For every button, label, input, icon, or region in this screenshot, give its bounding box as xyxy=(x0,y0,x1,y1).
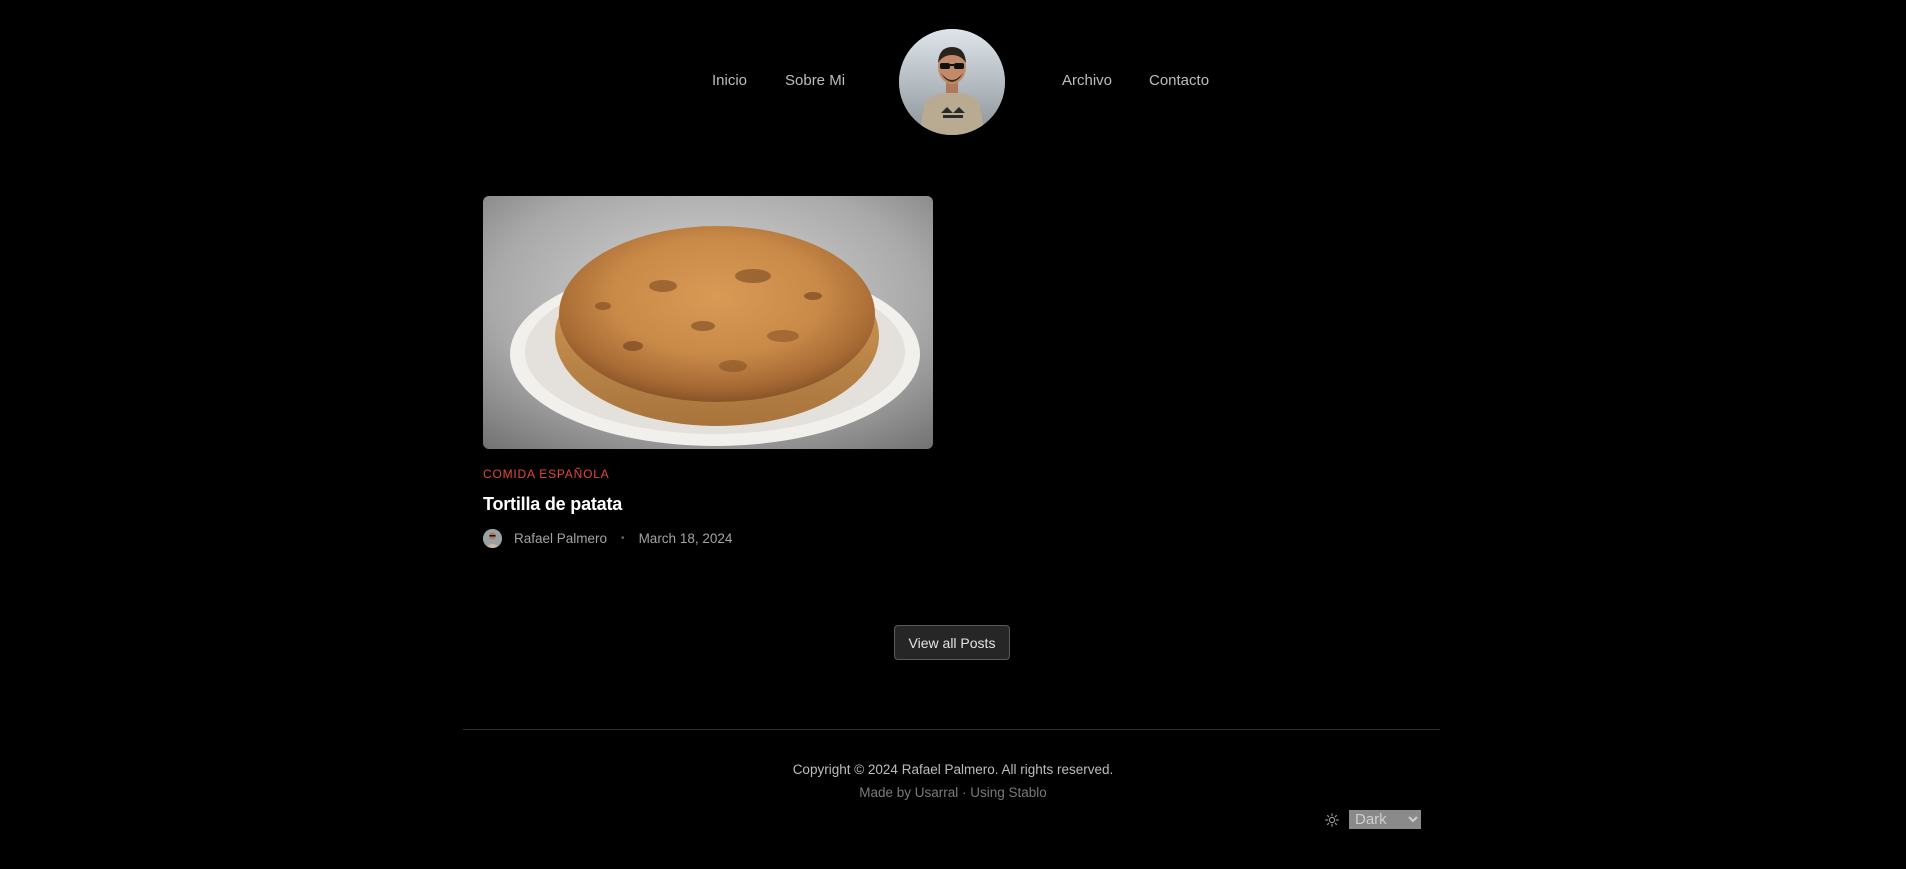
nav-link-archivo[interactable]: Archivo xyxy=(1062,72,1112,89)
nav-link-contacto[interactable]: Contacto xyxy=(1149,72,1209,89)
footer-credits: Made by Usarral · Using Stablo xyxy=(0,785,1906,800)
author-avatar[interactable] xyxy=(483,528,502,548)
sun-icon xyxy=(1325,812,1339,827)
main-nav: Inicio Sobre Mi Archivo Contacto xyxy=(0,29,1906,135)
author-name[interactable]: Rafael Palmero xyxy=(514,531,607,546)
stablo-link[interactable]: Using Stablo xyxy=(970,785,1047,800)
page: Inicio Sobre Mi Archivo Contacto COMIDA … xyxy=(0,0,1906,869)
usarral-link[interactable]: Usarral xyxy=(915,785,959,800)
view-all-posts-button[interactable]: View all Posts xyxy=(894,625,1010,660)
footer-copyright: Copyright © 2024 Rafael Palmero. All rig… xyxy=(792,762,1114,777)
post-title[interactable]: Tortilla de patata xyxy=(483,494,622,515)
made-by-prefix: Made by xyxy=(859,785,915,800)
meta-separator: • xyxy=(621,532,625,544)
theme-switcher: Dark xyxy=(1325,810,1421,829)
footer-divider xyxy=(463,729,1440,730)
theme-select[interactable]: Dark xyxy=(1349,810,1421,829)
post-date: March 18, 2024 xyxy=(638,530,733,546)
site-logo-avatar[interactable] xyxy=(899,29,1005,135)
nav-link-sobre-mi[interactable]: Sobre Mi xyxy=(785,72,845,89)
post-thumbnail[interactable] xyxy=(483,196,933,449)
credits-separator: · xyxy=(958,785,971,800)
post-category[interactable]: COMIDA ESPAÑOLA xyxy=(483,467,609,481)
nav-link-inicio[interactable]: Inicio xyxy=(712,72,747,89)
post-meta: Rafael Palmero • March 18, 2024 xyxy=(483,528,732,548)
